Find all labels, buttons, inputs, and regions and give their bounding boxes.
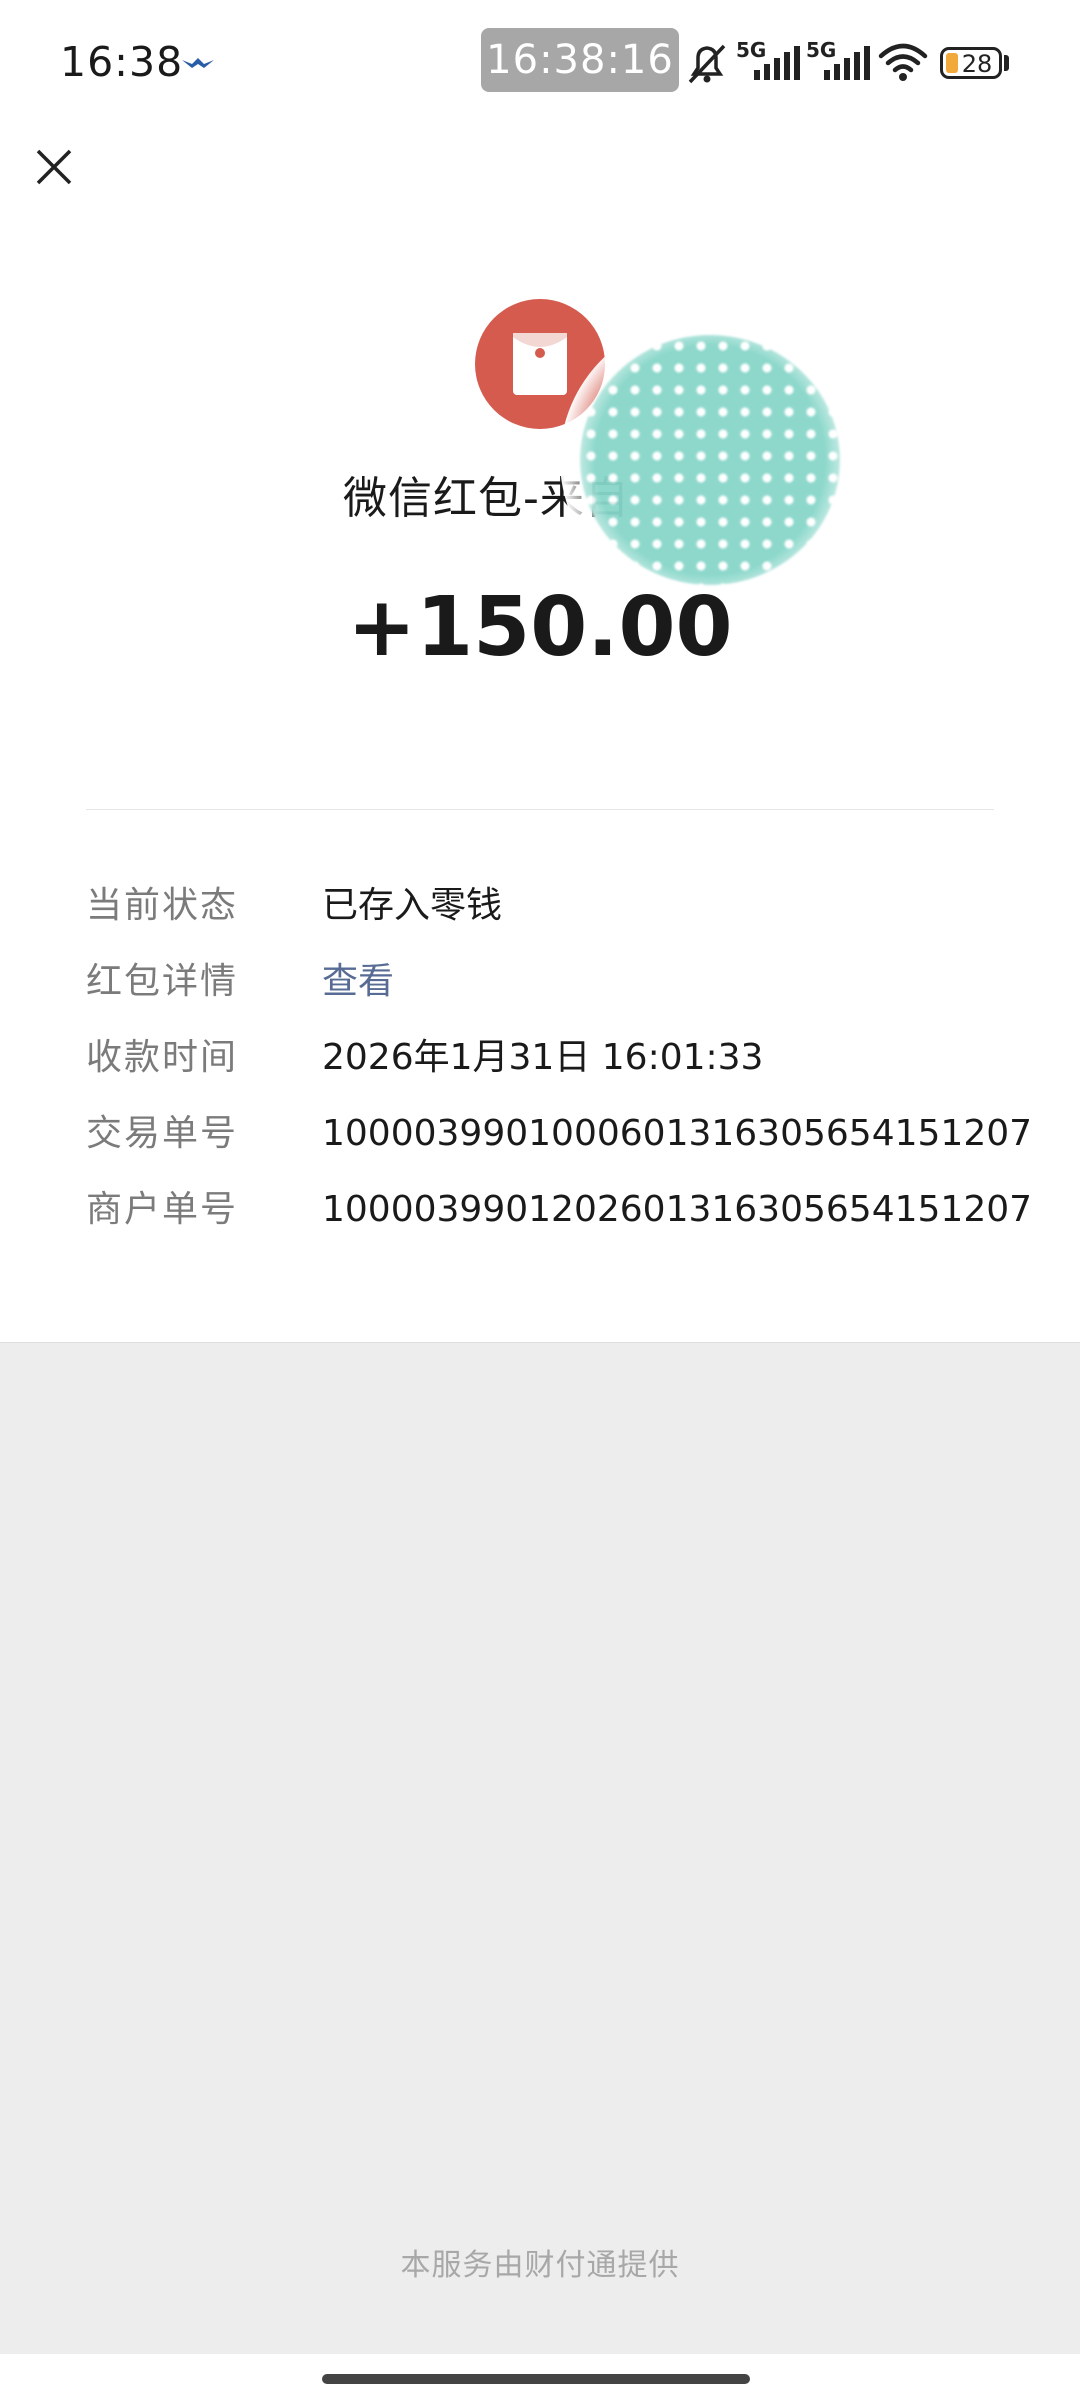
battery-tip (1004, 55, 1009, 71)
battery-icon: 28 (940, 47, 1002, 79)
signal-strength-icon-2 (824, 46, 870, 80)
detail-value: 已存入零钱 (322, 885, 503, 926)
status-time: 16:38 (60, 38, 184, 86)
payment-detail-screen: 16:38 16:38:16 5G 5G 28 微信红包-来自 +150.00 … (0, 0, 1080, 2400)
detail-label: 红包详情 (86, 961, 239, 1002)
detail-label: 收款时间 (86, 1037, 239, 1078)
envelope-glyph-icon (513, 333, 567, 395)
close-icon[interactable] (34, 147, 74, 187)
mute-bell-icon (688, 44, 726, 84)
detail-label: 商户单号 (86, 1189, 239, 1230)
status-bar: 16:38 16:38:16 5G 5G 28 (0, 0, 1080, 125)
detail-label: 当前状态 (86, 885, 239, 926)
detail-row-packet-details: 红包详情 查看 (86, 952, 1006, 1012)
detail-label: 交易单号 (86, 1113, 239, 1154)
detail-row-receive-time: 收款时间 2026年1月31日 16:01:33 (86, 1028, 1006, 1088)
detail-row-merchant-id: 商户单号 1000039901202601316305654151207 (86, 1180, 1032, 1240)
detail-value: 1000039901000601316305654151207 (322, 1113, 1033, 1154)
home-indicator[interactable] (322, 2374, 750, 2384)
battery-level: 28 (961, 50, 993, 78)
detail-value: 2026年1月31日 16:01:33 (322, 1037, 764, 1078)
wifi-icon (878, 43, 928, 81)
screen-recording-time: 16:38:16 (481, 28, 679, 92)
navigation-bar (0, 2354, 1080, 2400)
bird-notification-icon (182, 58, 214, 68)
detail-row-transaction-id: 交易单号 1000039901000601316305654151207 (86, 1104, 1032, 1164)
amount: +150.00 (347, 580, 733, 675)
view-details-link[interactable]: 查看 (322, 952, 394, 1012)
signal-strength-icon-1 (754, 46, 800, 80)
detail-value: 1000039901202601316305654151207 (322, 1189, 1033, 1230)
provider-footer: 本服务由财付通提供 (400, 2248, 680, 2283)
detail-row-status: 当前状态 已存入零钱 (86, 876, 1006, 936)
privacy-mosaic-fade (560, 315, 860, 605)
divider (86, 809, 994, 810)
